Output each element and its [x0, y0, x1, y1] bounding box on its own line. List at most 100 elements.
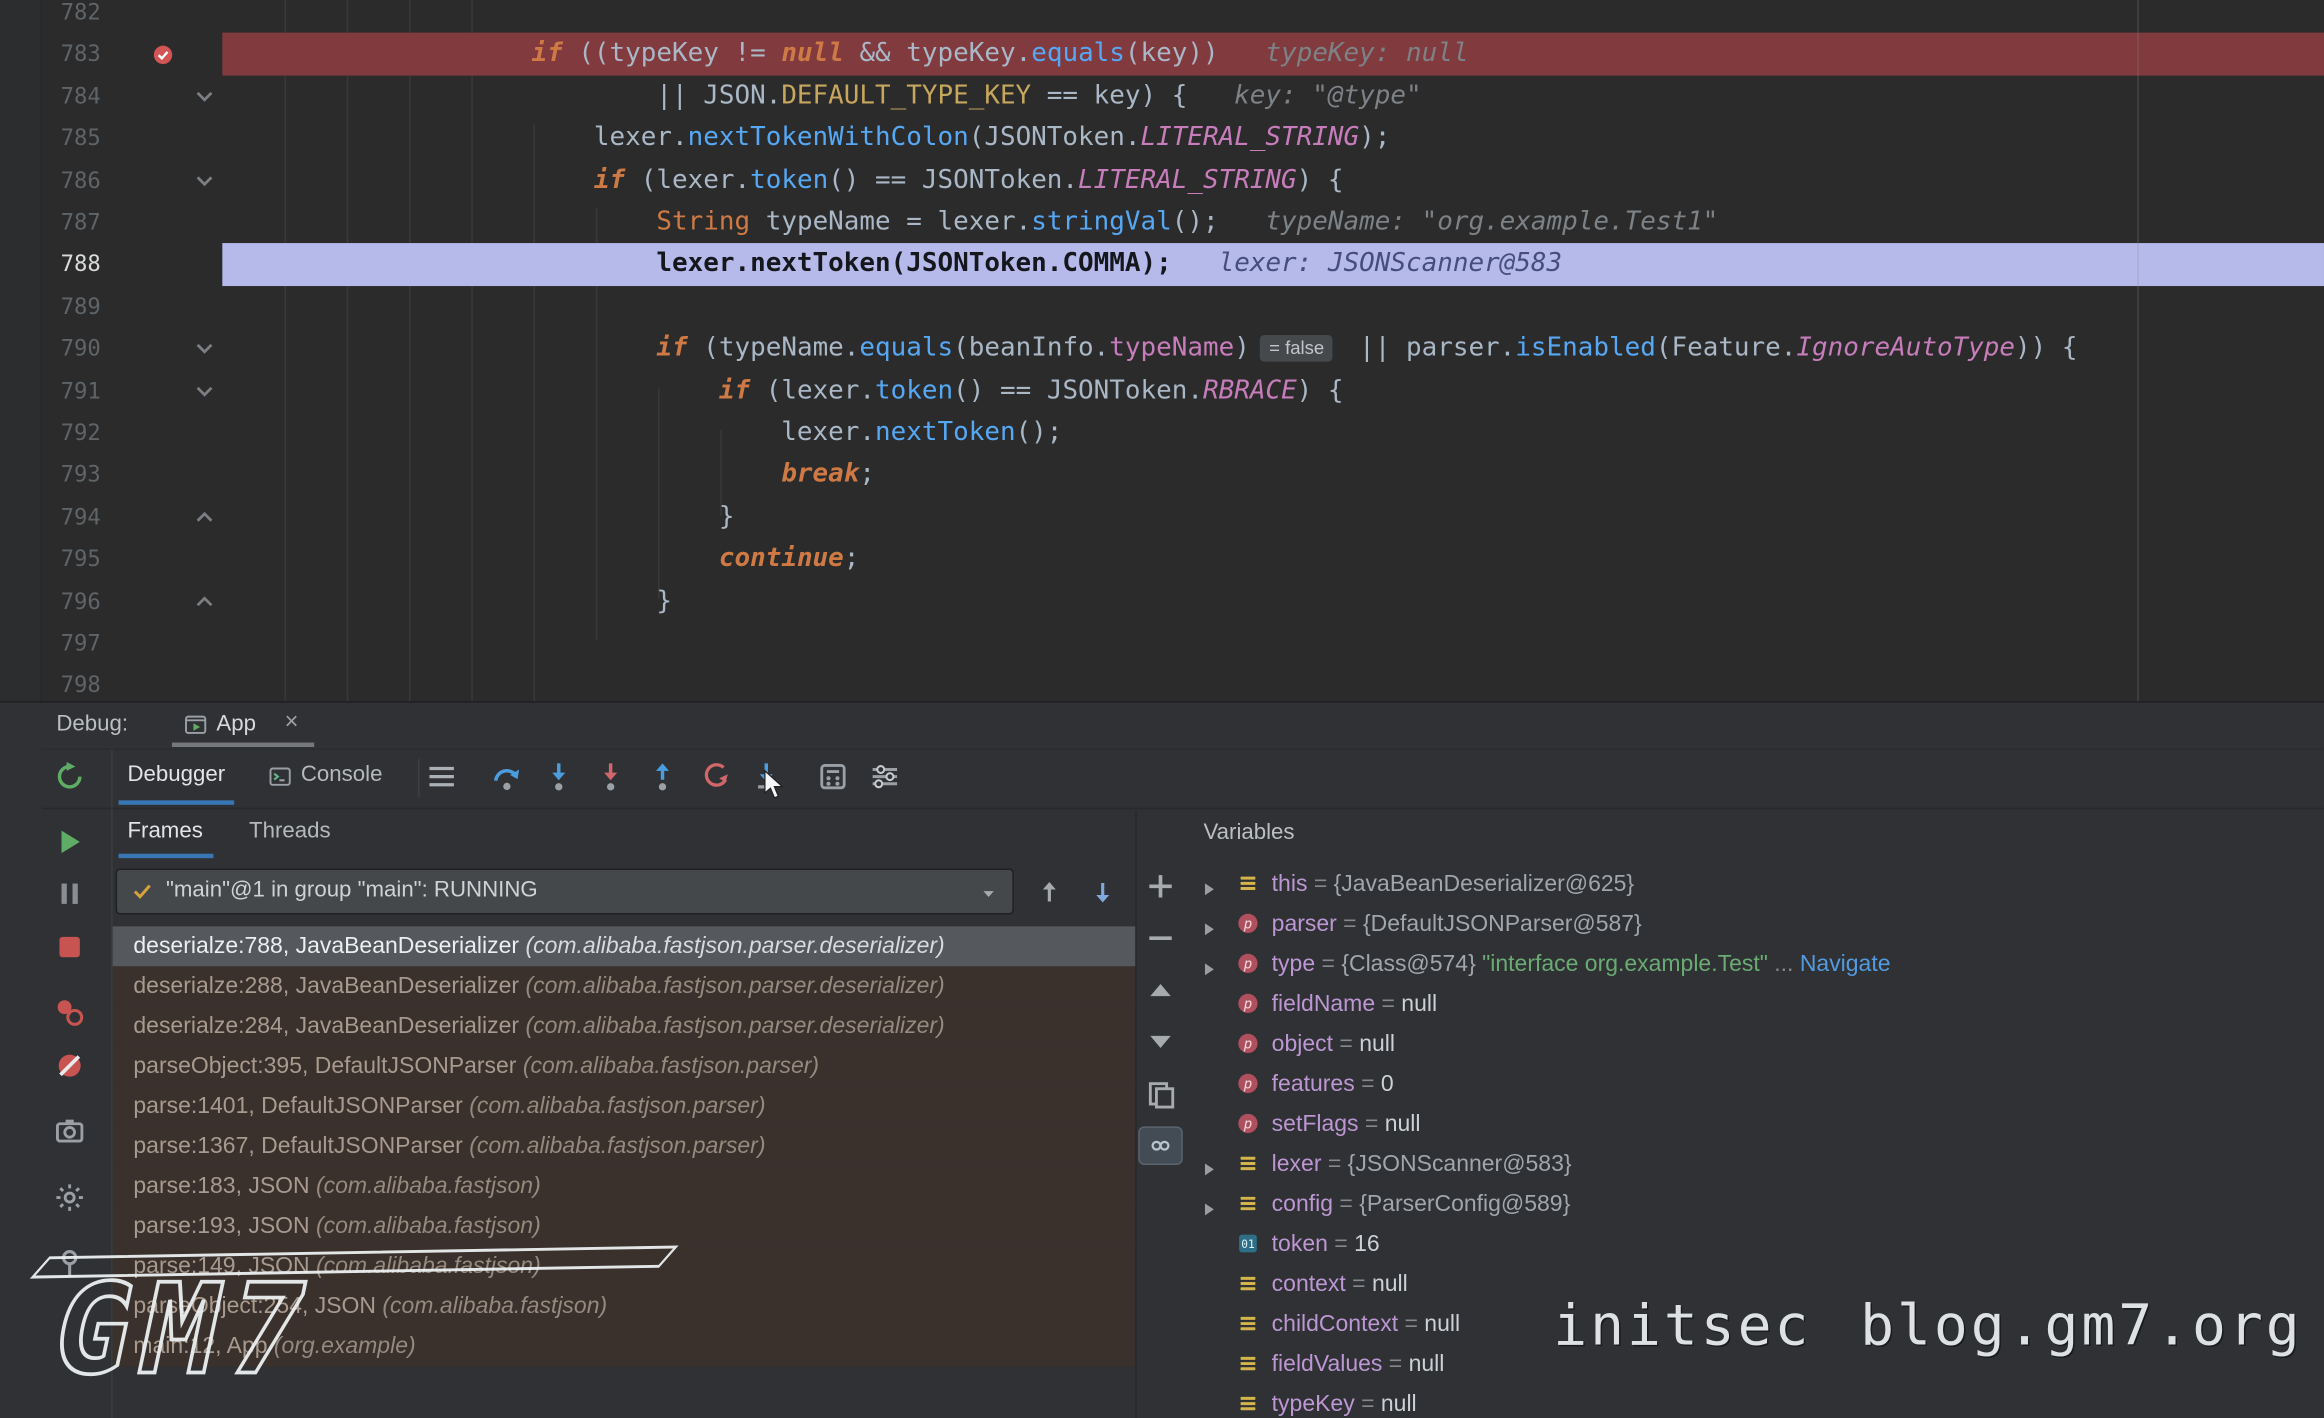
tab-threads[interactable]: Threads: [249, 818, 331, 843]
move-up-icon[interactable]: [1144, 974, 1177, 1007]
evaluated-value-chip: = false: [1260, 335, 1333, 362]
code-token: );: [1359, 123, 1390, 153]
inline-debugger-hint: key: "@type": [1234, 81, 1421, 111]
variable-row[interactable]: pfieldName = null: [1186, 984, 2324, 1024]
tab-console[interactable]: Console: [301, 762, 383, 787]
tab-debugger[interactable]: Debugger: [127, 762, 225, 787]
chevron-down-icon[interactable]: [978, 883, 999, 904]
code-token: )) {: [2015, 334, 2077, 364]
code-line[interactable]: }: [282, 496, 735, 538]
move-down-icon[interactable]: [1144, 1026, 1177, 1059]
step-over-icon[interactable]: [491, 760, 524, 793]
layout-settings-icon[interactable]: [869, 760, 902, 793]
code-token: ;: [859, 460, 875, 490]
resume-icon[interactable]: [53, 826, 86, 859]
stack-frame[interactable]: deserialze:788, JavaBeanDeserializer (co…: [113, 926, 1136, 966]
expand-chevron-icon[interactable]: [1203, 957, 1215, 972]
variable-row[interactable]: 01token = 16: [1186, 1224, 2324, 1264]
debugger-tab-underline: [119, 800, 235, 804]
code-line[interactable]: String typeName = lexer.stringVal(); typ…: [282, 202, 1719, 244]
fold-marker-icon[interactable]: [194, 507, 215, 528]
variable-row[interactable]: p object = null: [1186, 1024, 2324, 1064]
previous-frame-button[interactable]: [1035, 877, 1065, 907]
variable-row[interactable]: pfeatures = 0: [1186, 1064, 2324, 1104]
stack-frame[interactable]: parse:183, JSON (com.alibaba.fastjson): [113, 1166, 1136, 1206]
stack-frame[interactable]: parse:1367, DefaultJSONParser (com.aliba…: [113, 1126, 1136, 1166]
expand-chevron-icon[interactable]: [1203, 877, 1215, 892]
variable-row[interactable]: typeKey = null: [1186, 1384, 2324, 1418]
remove-watch-icon[interactable]: [1144, 922, 1177, 955]
code-line[interactable]: if ((typeKey != null && typeKey.equals(k…: [282, 33, 1469, 75]
variable-row[interactable]: ptype = {Class@574} "interface org.examp…: [1186, 944, 2324, 984]
tab-app-session[interactable]: App: [216, 711, 256, 736]
code-token: ;: [844, 544, 860, 574]
code-line[interactable]: lexer.nextTokenWithColon(JSONToken.LITER…: [282, 117, 1391, 159]
expand-chevron-icon[interactable]: [1203, 1198, 1215, 1213]
variable-text: parser = {DefaultJSONParser@587}: [1272, 904, 1642, 944]
code-editor[interactable]: 7827837847857867877887897907917927937947…: [0, 0, 2324, 701]
code-token: RBRACE: [1203, 376, 1297, 406]
pause-icon[interactable]: [53, 877, 86, 910]
fold-marker-icon[interactable]: [194, 86, 215, 107]
evaluate-expression-icon[interactable]: [817, 760, 850, 793]
code-line[interactable]: if (lexer.token() == JSONToken.RBRACE) {: [282, 370, 1344, 412]
settings-icon[interactable]: [53, 1181, 86, 1214]
variable-icon: [1236, 1352, 1260, 1376]
close-icon[interactable]: ×: [285, 710, 299, 737]
show-watches-icon: [1149, 1134, 1173, 1158]
fold-marker-icon[interactable]: [194, 170, 215, 191]
stack-frame[interactable]: parse:1401, DefaultJSONParser (com.aliba…: [113, 1086, 1136, 1126]
variable-row[interactable]: lexer = {JSONScanner@583}: [1186, 1144, 2324, 1184]
stack-frame[interactable]: parseObject:395, DefaultJSONParser (com.…: [113, 1046, 1136, 1086]
variable-text: object = null: [1272, 1024, 1395, 1064]
tab-frames[interactable]: Frames: [127, 818, 202, 843]
mute-breakpoints-icon[interactable]: [53, 1049, 86, 1082]
force-step-into-icon[interactable]: [594, 760, 627, 793]
code-token: if: [594, 165, 625, 195]
code-line[interactable]: if (lexer.token() == JSONToken.LITERAL_S…: [282, 159, 1344, 201]
step-into-icon[interactable]: [542, 760, 575, 793]
variable-row[interactable]: config = {ParserConfig@589}: [1186, 1184, 2324, 1224]
svg-text:p: p: [1243, 957, 1252, 973]
code-line[interactable]: lexer.nextToken(JSONToken.COMMA); lexer:…: [282, 244, 1563, 286]
inline-debugger-hint: typeName: "org.example.Test1": [1265, 207, 1718, 237]
code-token: [1172, 250, 1219, 280]
variable-text: childContext = null: [1272, 1304, 1460, 1344]
step-out-icon[interactable]: [646, 760, 679, 793]
code-line[interactable]: }: [282, 580, 672, 622]
stop-icon[interactable]: [53, 931, 86, 964]
next-frame-button[interactable]: [1088, 877, 1118, 907]
breakpoint-icon[interactable]: [151, 42, 175, 66]
rerun-icon[interactable]: [53, 760, 86, 793]
show-watches-toggle[interactable]: [1138, 1126, 1182, 1165]
add-watch-icon[interactable]: [1144, 870, 1177, 903]
fold-marker-icon[interactable]: [194, 381, 215, 402]
stack-frame[interactable]: deserialze:284, JavaBeanDeserializer (co…: [113, 1006, 1136, 1046]
thread-dump-icon[interactable]: [53, 1115, 86, 1148]
svg-text:p: p: [1243, 1037, 1252, 1053]
svg-text:p: p: [1243, 997, 1252, 1013]
code-token: nextToken: [875, 418, 1016, 448]
code-line[interactable]: continue;: [282, 538, 860, 580]
navigate-link[interactable]: Navigate: [1800, 952, 1891, 977]
drop-frame-icon[interactable]: [698, 760, 731, 793]
variable-row[interactable]: pparser = {DefaultJSONParser@587}: [1186, 904, 2324, 944]
watermark-site-text: initsec blog.gm7.org: [1553, 1292, 2302, 1357]
duplicate-icon[interactable]: [1144, 1078, 1177, 1111]
variable-row[interactable]: this = {JavaBeanDeserializer@625}: [1186, 864, 2324, 904]
frames-tab-underline: [119, 854, 214, 858]
stack-frame[interactable]: deserialze:288, JavaBeanDeserializer (co…: [113, 966, 1136, 1006]
code-line[interactable]: || JSON.DEFAULT_TYPE_KEY == key) { key: …: [282, 75, 1422, 117]
expand-chevron-icon[interactable]: [1203, 1158, 1215, 1173]
thread-status-check-icon: [130, 879, 154, 903]
variable-text: typeKey = null: [1272, 1384, 1417, 1418]
code-line[interactable]: lexer.nextToken();: [282, 412, 1063, 454]
variable-row[interactable]: psetFlags = null: [1186, 1104, 2324, 1144]
code-line[interactable]: if (typeName.equals(beanInfo.typeName)= …: [282, 328, 2078, 370]
fold-marker-icon[interactable]: [194, 591, 215, 612]
code-line[interactable]: break;: [282, 454, 875, 496]
fold-marker-icon[interactable]: [194, 339, 215, 360]
expand-chevron-icon[interactable]: [1203, 917, 1215, 932]
view-breakpoints-icon[interactable]: [53, 996, 86, 1029]
menu-icon[interactable]: [425, 760, 458, 793]
